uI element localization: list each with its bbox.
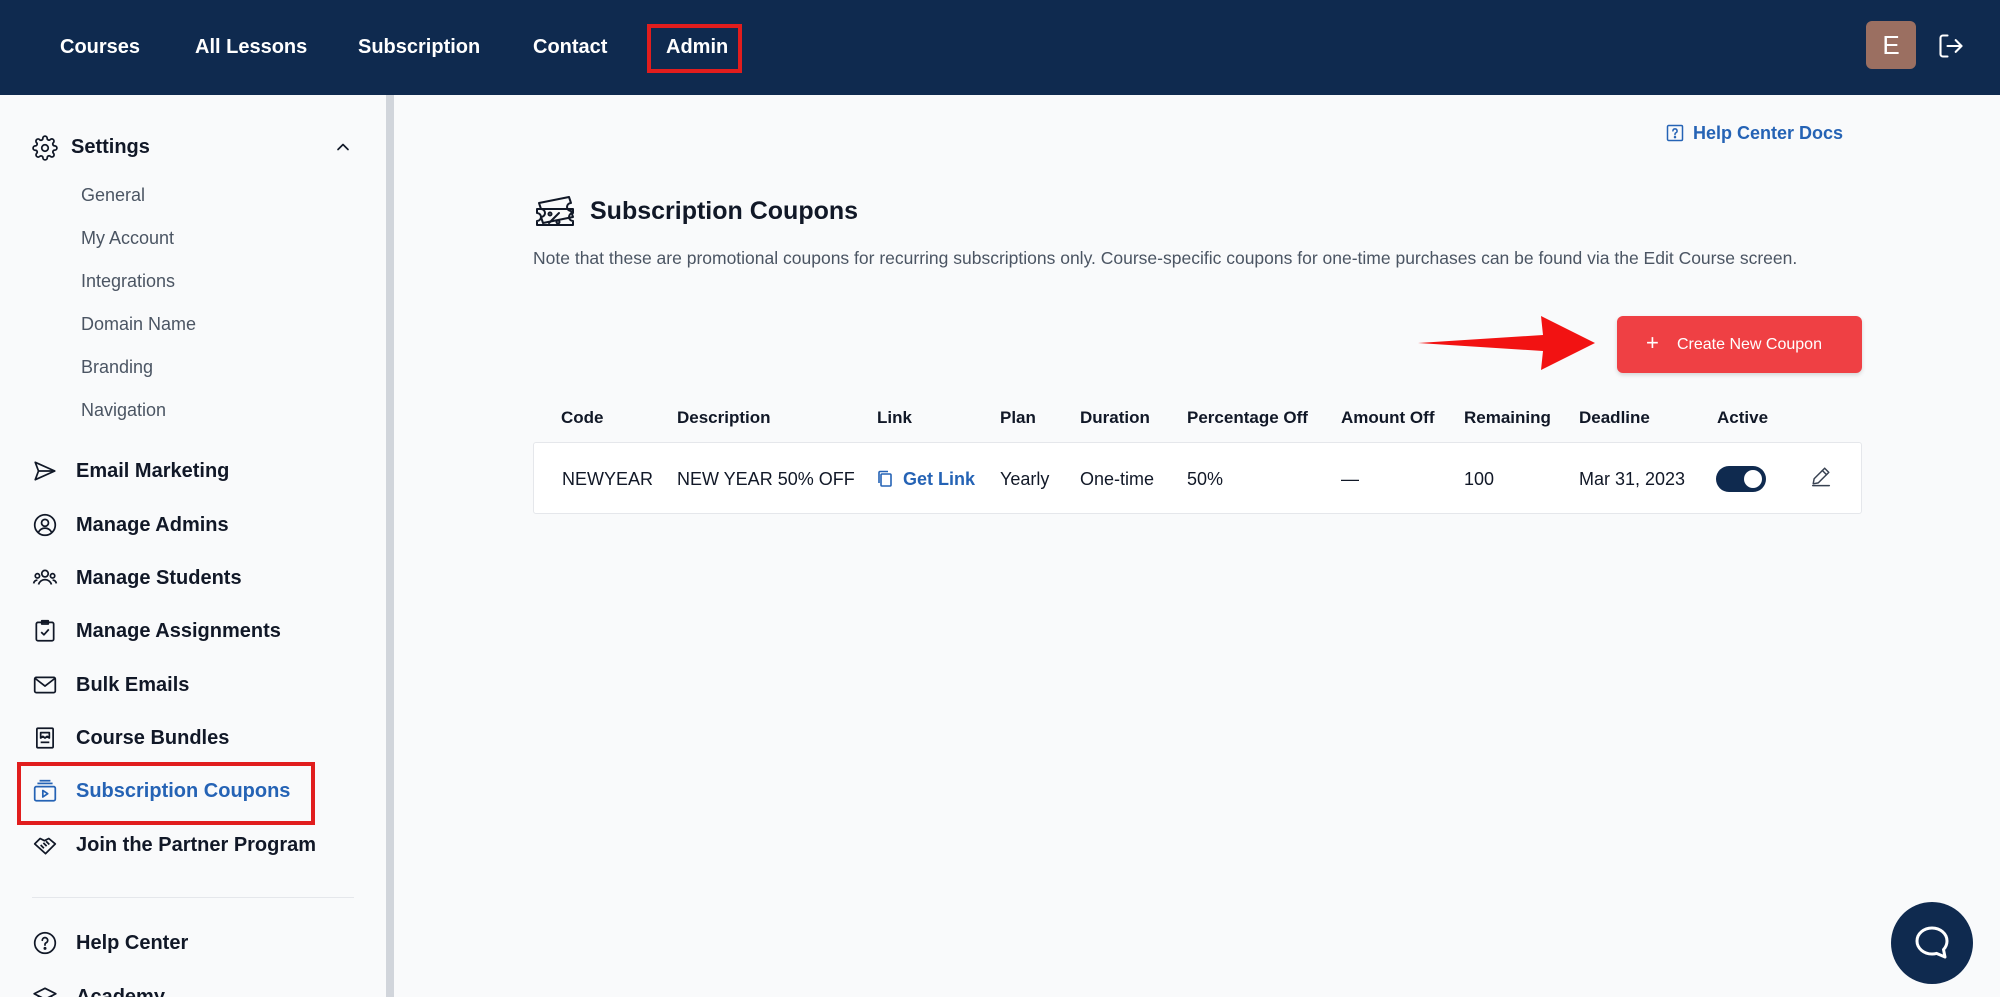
sidebar-item-bulk-emails[interactable]: Bulk Emails — [32, 670, 362, 700]
sidebar-item-email-marketing[interactable]: Email Marketing — [32, 456, 362, 486]
sidebar-item-academy[interactable]: Academy — [32, 982, 362, 997]
help-square-icon — [1666, 124, 1684, 142]
handshake-icon — [33, 837, 57, 855]
sidebar-divider — [32, 897, 354, 898]
copy-icon — [878, 470, 892, 487]
top-navbar: Courses All Lessons Subscription Contact… — [0, 0, 2000, 95]
nav-contact[interactable]: Contact — [533, 0, 607, 95]
column-header-plan: Plan — [1000, 408, 1036, 427]
coupons-highlight-box — [17, 762, 315, 825]
bundle-icon — [36, 727, 54, 749]
cell-remaining: 100 — [1464, 469, 1495, 489]
column-header-remaining: Remaining — [1464, 408, 1551, 427]
nav-all-lessons[interactable]: All Lessons — [195, 0, 307, 95]
logout-icon[interactable] — [1937, 32, 1965, 60]
nav-subscription[interactable]: Subscription — [358, 0, 480, 95]
gear-icon — [32, 135, 58, 161]
column-header-link: Link — [877, 408, 912, 427]
settings-item-domain-name[interactable]: Domain Name — [81, 314, 196, 335]
ticket-percent-icon — [536, 196, 574, 226]
get-link-label: Get Link — [903, 469, 976, 489]
chat-icon — [1915, 926, 1949, 959]
sidebar-item-manage-assignments[interactable]: Manage Assignments — [32, 616, 362, 646]
clipboard-check-icon — [35, 619, 55, 642]
column-header-description: Description — [677, 408, 771, 427]
column-header-active: Active — [1717, 408, 1769, 427]
user-circle-icon — [33, 513, 57, 537]
cell-amount-off: — — [1341, 469, 1359, 489]
page-title: Subscription Coupons — [590, 197, 859, 225]
sidebar-item-label: Course Bundles — [76, 727, 230, 749]
sidebar-item-label: Help Center — [76, 932, 189, 954]
settings-item-my-account[interactable]: My Account — [81, 228, 174, 249]
sidebar-item-label: Academy — [76, 986, 165, 997]
sidebar-item-manage-admins[interactable]: Manage Admins — [32, 510, 362, 540]
sidebar-item-label: Manage Assignments — [76, 620, 281, 642]
sidebar-item-help-center[interactable]: Help Center — [32, 928, 362, 958]
active-toggle[interactable] — [1716, 466, 1766, 492]
settings-item-integrations[interactable]: Integrations — [81, 271, 175, 292]
sidebar-item-manage-students[interactable]: Manage Students — [32, 563, 362, 593]
chat-support-button[interactable] — [1891, 902, 1973, 984]
column-header-deadline: Deadline — [1579, 408, 1650, 427]
settings-item-branding[interactable]: Branding — [81, 357, 153, 378]
avatar[interactable]: E — [1866, 21, 1916, 69]
edit-pencil-icon[interactable] — [1810, 465, 1832, 487]
settings-item-general[interactable]: General — [81, 185, 145, 206]
page-note: Note that these are promotional coupons … — [533, 248, 1798, 268]
sidebar-item-label: Email Marketing — [76, 460, 230, 482]
nav-courses[interactable]: Courses — [60, 0, 140, 95]
sidebar-item-partner-program[interactable]: Join the Partner Program — [32, 830, 362, 860]
cell-percentage-off: 50% — [1187, 469, 1224, 489]
settings-item-navigation[interactable]: Navigation — [81, 400, 166, 421]
cell-description: NEW YEAR 50% OFF — [677, 469, 855, 489]
cell-deadline: Mar 31, 2023 — [1579, 469, 1686, 489]
column-header-code: Code — [561, 408, 604, 427]
cell-duration: One-time — [1080, 469, 1155, 489]
sidebar-item-label: Join the Partner Program — [76, 834, 317, 856]
sidebar-item-label: Bulk Emails — [76, 674, 190, 696]
create-new-coupon-label: Create New Coupon — [1677, 336, 1822, 353]
mail-icon — [33, 676, 57, 694]
sidebar-item-course-bundles[interactable]: Course Bundles — [32, 723, 362, 753]
send-icon — [34, 461, 56, 481]
academy-icon — [33, 987, 57, 997]
help-circle-icon — [33, 931, 57, 955]
users-icon — [32, 569, 58, 585]
cell-plan: Yearly — [1000, 469, 1050, 489]
sidebar-item-label: Manage Admins — [76, 514, 229, 536]
red-arrow-annotation — [1418, 316, 1595, 370]
admin-highlight-box — [647, 24, 742, 73]
column-header-percentage-off: Percentage Off — [1187, 408, 1308, 427]
plus-icon: + — [1646, 330, 1659, 355]
chevron-up-icon[interactable] — [333, 137, 353, 157]
sidebar-item-label: Manage Students — [76, 567, 242, 589]
sidebar — [0, 95, 386, 997]
column-header-duration: Duration — [1080, 408, 1150, 427]
create-new-coupon-button[interactable]: + Create New Coupon — [1617, 316, 1862, 373]
toggle-knob — [1744, 470, 1762, 488]
sidebar-scrollbar[interactable] — [386, 95, 394, 997]
help-center-docs-label: Help Center Docs — [1693, 123, 1844, 143]
settings-label: Settings — [71, 136, 150, 158]
column-header-amount-off: Amount Off — [1341, 408, 1435, 427]
cell-code: NEWYEAR — [562, 469, 654, 489]
